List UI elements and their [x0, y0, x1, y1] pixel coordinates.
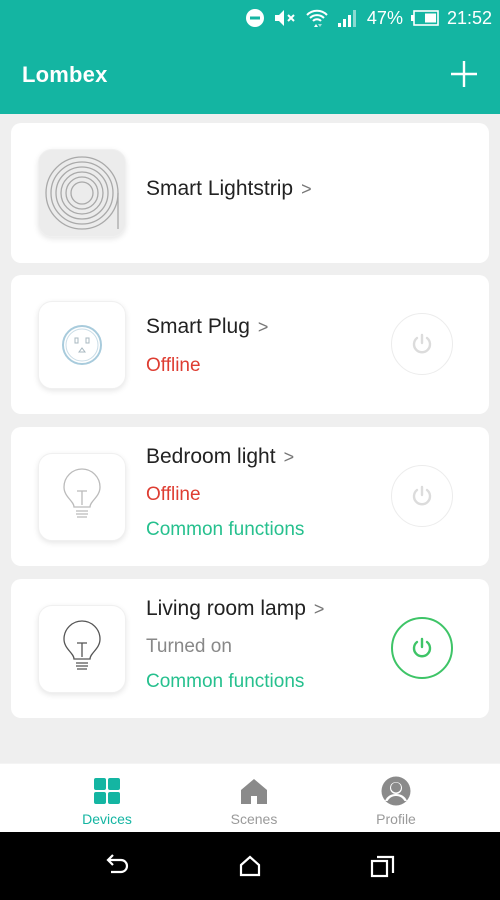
power-toggle-button[interactable]	[391, 313, 453, 375]
lightstrip-icon	[45, 156, 119, 230]
home-icon	[241, 779, 267, 804]
battery-percent: 47%	[366, 7, 403, 28]
power-toggle-button[interactable]	[391, 465, 453, 527]
device-card-bedroom-light[interactable]: Bedroom light > Offline Common functions	[11, 427, 489, 566]
profile-icon	[381, 776, 411, 806]
power-icon	[412, 333, 432, 354]
recents-icon	[370, 855, 395, 878]
device-thumbnail	[38, 453, 126, 541]
system-nav-bar	[0, 832, 500, 900]
device-name-link[interactable]: Smart Lightstrip >	[146, 177, 312, 201]
chevron-right-icon: >	[313, 598, 325, 619]
mute-icon	[273, 8, 297, 28]
plus-icon	[451, 61, 477, 87]
device-name: Smart Plug	[146, 315, 250, 338]
power-icon	[412, 637, 432, 658]
smart-plug-icon	[62, 325, 102, 365]
common-functions-link[interactable]: Common functions	[146, 671, 304, 693]
tab-profile[interactable]: Profile	[336, 764, 456, 833]
recents-button[interactable]	[366, 849, 400, 883]
home-button[interactable]	[233, 849, 267, 883]
tab-label: Profile	[376, 811, 416, 827]
device-card-living-room-lamp[interactable]: Living room lamp > Turned on Common func…	[11, 579, 489, 718]
tab-scenes[interactable]: Scenes	[194, 764, 314, 833]
chevron-right-icon: >	[283, 446, 295, 467]
grid-icon	[94, 778, 120, 804]
common-functions-link[interactable]: Common functions	[146, 519, 304, 541]
tab-label: Devices	[82, 811, 132, 827]
bottom-tab-bar: Devices Scenes Profile	[0, 763, 500, 832]
device-name-link[interactable]: Bedroom light >	[146, 445, 294, 469]
device-status: Turned on	[146, 636, 232, 657]
signal-icon	[337, 8, 359, 28]
device-name: Smart Lightstrip	[146, 177, 294, 200]
status-bar: 47% 21:52	[0, 0, 500, 36]
power-icon	[412, 485, 432, 506]
do-not-disturb-icon	[245, 8, 265, 28]
add-device-button[interactable]	[448, 58, 480, 90]
home-nav-icon	[239, 855, 261, 877]
back-icon	[106, 854, 129, 874]
device-name: Bedroom light	[146, 445, 276, 468]
device-name-link[interactable]: Smart Plug >	[146, 315, 268, 339]
light-bulb-icon	[63, 468, 101, 518]
device-thumbnail	[38, 301, 126, 389]
tab-devices[interactable]: Devices	[47, 764, 167, 833]
back-button[interactable]	[101, 849, 135, 883]
device-thumbnail	[38, 149, 126, 237]
power-toggle-button[interactable]	[391, 617, 453, 679]
wifi-icon	[305, 7, 329, 29]
device-name-link[interactable]: Living room lamp >	[146, 597, 324, 621]
battery-icon	[410, 10, 439, 26]
chevron-right-icon: >	[257, 316, 269, 337]
device-name: Living room lamp	[146, 597, 306, 620]
clock: 21:52	[446, 7, 492, 28]
app-title: Lombex	[22, 62, 108, 87]
device-card-smart-lightstrip[interactable]: Smart Lightstrip >	[11, 123, 489, 263]
device-card-smart-plug[interactable]: Smart Plug > Offline	[11, 275, 489, 414]
light-bulb-icon	[63, 620, 101, 670]
device-status: Offline	[146, 484, 201, 505]
chevron-right-icon: >	[301, 178, 312, 199]
device-thumbnail	[38, 605, 126, 693]
tab-label: Scenes	[230, 811, 278, 827]
app-bar: Lombex	[0, 36, 500, 114]
device-status: Offline	[146, 355, 201, 376]
